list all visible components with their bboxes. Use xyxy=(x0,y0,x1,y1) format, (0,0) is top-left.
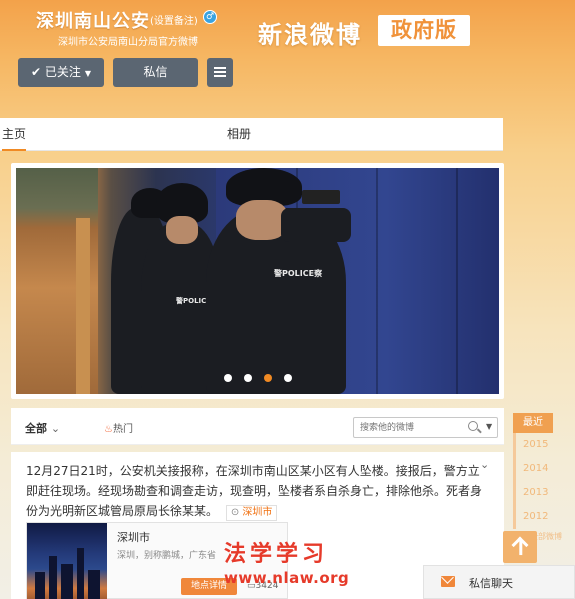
timeline-year[interactable]: 2015 xyxy=(513,433,553,457)
chevron-down-icon[interactable]: ▼ xyxy=(486,422,492,431)
location-pin-icon: ⊙ xyxy=(230,507,240,518)
profile-header: 深圳南山公安 (设置备注) ♂ 深圳市公安局南山分局官方微博 新浪微博 政府版 … xyxy=(0,0,575,115)
weibo-brand: 新浪微博 xyxy=(258,21,362,49)
feed-filter-bar: 全部 ⌄ ♨热门 ▼ xyxy=(11,408,504,445)
weibo-search-box: ▼ xyxy=(353,417,498,438)
timeline-year[interactable]: 2014 xyxy=(513,457,553,481)
mail-icon xyxy=(441,576,455,587)
year-timeline: 最近 2015 2014 2013 2012 xyxy=(513,413,553,529)
hamburger-menu-icon xyxy=(214,66,226,77)
chevron-down-icon: ▼ xyxy=(84,69,92,78)
location-card-subtitle: 深圳，别称鹏城，广东省 xyxy=(117,551,217,561)
timeline-recent[interactable]: 最近 xyxy=(513,413,553,433)
carousel-dot[interactable] xyxy=(243,374,252,382)
vest-label: 警POLICE察 xyxy=(274,269,323,278)
carousel-dot-active[interactable] xyxy=(263,374,272,382)
private-chat-bar[interactable]: 私信聊天 xyxy=(423,565,575,599)
account-name[interactable]: 深圳南山公安 xyxy=(36,7,150,33)
location-label: 深圳市 xyxy=(242,507,273,518)
private-chat-label: 私信聊天 xyxy=(469,577,513,590)
search-input[interactable] xyxy=(360,420,460,435)
tab-home[interactable]: 主页 xyxy=(2,118,27,151)
followed-label: ✔ 已关注 xyxy=(30,65,81,79)
photo-carousel: 警POLICE察 警POLICE察 xyxy=(11,163,504,399)
location-tag[interactable]: ⊙ 深圳市 xyxy=(225,505,278,521)
followed-button[interactable]: ✔ 已关注 ▼ xyxy=(18,58,104,87)
carousel-dot[interactable] xyxy=(283,374,292,382)
more-menu-button[interactable] xyxy=(207,58,233,87)
filter-all[interactable]: 全部 ⌄ xyxy=(25,420,60,436)
city-thumbnail xyxy=(27,523,107,599)
watermark-url: www.nlaw.org xyxy=(224,569,350,587)
account-description: 深圳市公安局南山分局官方微博 xyxy=(58,37,198,48)
fire-icon: ♨ xyxy=(104,424,113,435)
arrow-up-icon xyxy=(511,536,529,554)
filter-hot-label: 热门 xyxy=(112,424,133,435)
government-edition-badge: 政府版 xyxy=(378,15,470,46)
watermark-text: 法学学习 xyxy=(224,542,329,567)
tab-album[interactable]: 相册 xyxy=(227,118,251,151)
profile-tabs: 主页 相册 xyxy=(0,118,503,151)
chevron-down-icon: ⌄ xyxy=(50,422,61,435)
verified-user-icon: ♂ xyxy=(203,10,217,24)
post-text: 12月27日21时，公安机关接报称，在深圳市南山区某小区有人坠楼。接报后，警方立… xyxy=(26,461,486,521)
filter-all-label: 全部 xyxy=(25,422,47,435)
timeline-year[interactable]: 2012 xyxy=(513,505,553,529)
carousel-photo[interactable]: 警POLICE察 警POLICE察 xyxy=(16,168,499,394)
timeline-year[interactable]: 2013 xyxy=(513,481,553,505)
back-to-top-button[interactable] xyxy=(503,531,537,563)
carousel-dot[interactable] xyxy=(223,374,232,382)
search-icon[interactable] xyxy=(468,421,478,431)
set-remark-link[interactable]: (设置备注) xyxy=(150,12,198,27)
filter-hot[interactable]: ♨热门 xyxy=(104,420,133,435)
carousel-indicators xyxy=(16,367,499,386)
location-card-title: 深圳市 xyxy=(117,531,150,544)
private-message-button[interactable]: 私信 xyxy=(113,58,198,87)
